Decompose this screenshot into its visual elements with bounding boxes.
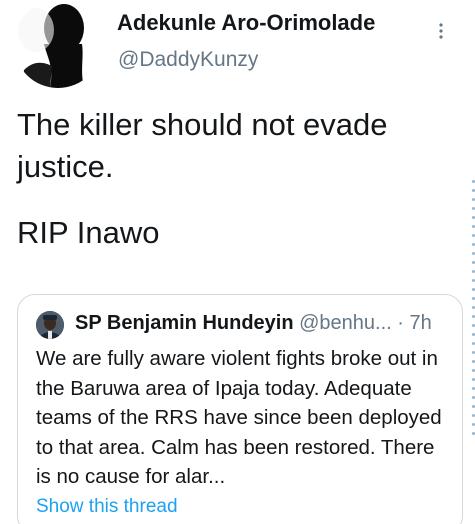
separator-dot: · — [397, 312, 410, 334]
quoted-author-handle[interactable]: @benhu... — [299, 312, 397, 334]
tweet-paragraph: The killer should not evade justice. — [17, 107, 388, 184]
tweet-text: The killer should not evade justice. RIP… — [17, 104, 457, 254]
quoted-tweet-time[interactable]: 7h — [410, 312, 432, 334]
more-options-icon[interactable] — [433, 22, 449, 40]
author-handle[interactable]: @DaddyKunzy — [118, 48, 258, 72]
quoted-tweet-card[interactable]: SP Benjamin Hundeyin @benhu... · 7h We a… — [17, 294, 463, 524]
police-officer-avatar-icon — [36, 311, 64, 339]
tweet: Adekunle Aro-Orimolade @DaddyKunzy The k… — [0, 0, 475, 524]
quoted-author-name[interactable]: SP Benjamin Hundeyin — [75, 312, 299, 334]
tweet-paragraph: RIP Inawo — [17, 215, 160, 250]
quoted-tweet-header: SP Benjamin Hundeyin @benhu... · 7h — [75, 312, 455, 335]
author-name[interactable]: Adekunle Aro-Orimolade — [117, 10, 375, 36]
profile-silhouette-icon — [14, 0, 102, 88]
show-thread-link[interactable]: Show this thread — [36, 496, 178, 518]
quoted-tweet-text: We are fully aware violent fights broke … — [36, 347, 442, 488]
quoted-author-avatar[interactable] — [36, 311, 64, 339]
author-avatar[interactable] — [14, 0, 102, 88]
